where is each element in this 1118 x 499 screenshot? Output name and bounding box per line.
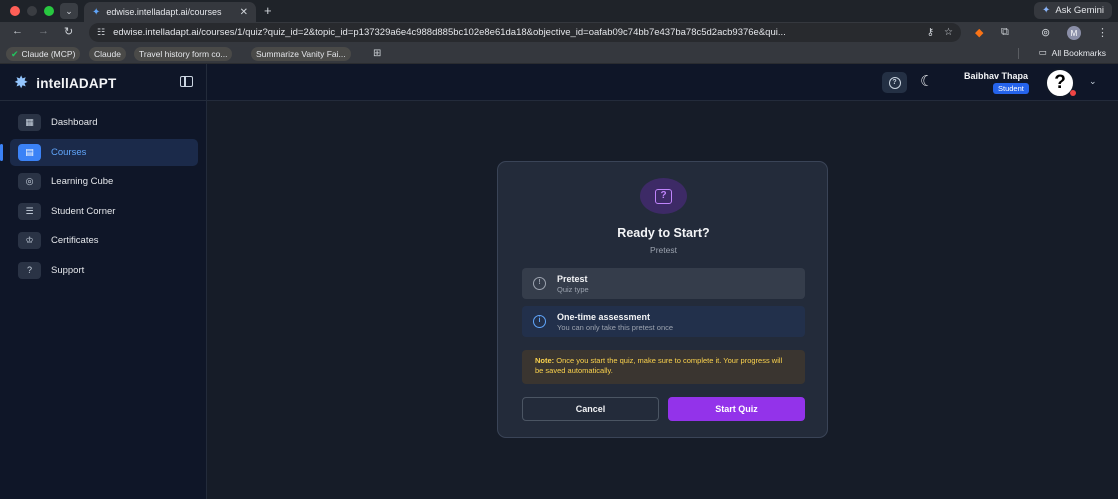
bookmark-item[interactable]: Claude: [89, 47, 126, 61]
minimize-window-button[interactable]: [27, 6, 37, 16]
sidebar-item-label: Dashboard: [51, 117, 98, 128]
url-text: edwise.intelladapt.ai/courses/1/quiz?qui…: [113, 27, 786, 38]
checkmark-icon: ✔: [11, 48, 19, 59]
assessment-info: i One-time assessment You can only take …: [522, 306, 805, 337]
password-key-icon[interactable]: ⚷: [927, 27, 934, 38]
student-corner-icon: ☰: [18, 202, 41, 220]
help-icon: ?: [888, 76, 901, 89]
sidebar-item-courses[interactable]: ▤ Courses: [0, 138, 198, 166]
tab-groups-icon[interactable]: ⊞: [373, 48, 381, 59]
tab-list-button[interactable]: ⌄: [60, 3, 78, 19]
bookmark-star-icon[interactable]: ☆: [944, 27, 953, 38]
all-bookmarks-button[interactable]: ▭ All Bookmarks: [1039, 47, 1106, 58]
brand-name: intellADAPT: [36, 75, 117, 91]
new-tab-button[interactable]: +: [264, 3, 272, 18]
folder-icon: ▭: [1038, 47, 1047, 57]
courses-icon: ▤: [18, 143, 41, 161]
site-info-icon[interactable]: ☷: [97, 27, 105, 38]
intelladapt-logo-icon: ✸: [14, 73, 29, 92]
brand[interactable]: ✸ intellADAPT: [14, 73, 116, 93]
browser-toolbar: ← → ↻ ☷ edwise.intelladapt.ai/courses/1/…: [0, 22, 1118, 43]
sidebar-item-certificates[interactable]: ♔ Certificates: [10, 227, 198, 254]
info-icon: i: [533, 315, 546, 328]
sidebar-item-student-corner[interactable]: ☰ Student Corner: [10, 198, 198, 225]
extension-icon[interactable]: ◆: [975, 26, 983, 39]
ask-gemini-label: Ask Gemini: [1055, 5, 1104, 16]
sidebar-item-label: Support: [51, 264, 85, 276]
dashboard-icon: ▦: [18, 114, 41, 131]
gemini-spark-icon: ✦: [1042, 5, 1051, 16]
assessment-desc: You can only take this pretest once: [557, 322, 674, 332]
note-text: Once you start the quiz, make sure to co…: [535, 356, 783, 375]
user-name: Baibhav Thapa: [964, 71, 1029, 81]
cancel-button[interactable]: Cancel: [522, 397, 659, 421]
start-quiz-modal: ? Ready to Start? Pretest ! Pretest Quiz…: [497, 161, 828, 438]
browser-tab[interactable]: ✦ edwise.intelladapt.ai/courses ✕: [84, 2, 256, 22]
ask-gemini-button[interactable]: ✦ Ask Gemini: [1034, 2, 1112, 19]
sidebar: ✸ intellADAPT ▦ Dashboard ▤ Courses ◎ Le…: [0, 64, 207, 499]
maximize-window-button[interactable]: [44, 6, 54, 16]
forward-arrow-icon[interactable]: →: [38, 25, 49, 37]
help-button[interactable]: ?: [882, 72, 907, 93]
quiz-type-title: Pretest: [557, 273, 588, 284]
sidebar-toggle-icon[interactable]: [180, 76, 193, 87]
back-arrow-icon[interactable]: ←: [12, 25, 23, 37]
quiz-type-info: ! Pretest Quiz type: [522, 268, 805, 299]
close-icon[interactable]: ✕: [240, 7, 248, 18]
sidebar-item-label: Certificates: [51, 235, 99, 246]
bookmark-item[interactable]: Travel history form co...: [134, 47, 233, 61]
dark-mode-moon-icon[interactable]: ☾: [920, 72, 933, 90]
modal-title: Ready to Start?: [617, 226, 710, 240]
quiz-note: Note: Once you start the quiz, make sure…: [522, 350, 805, 384]
modal-subtitle: Pretest: [650, 245, 677, 255]
reload-icon[interactable]: ↻: [64, 25, 73, 38]
sidebar-item-learning-cube[interactable]: ◎ Learning Cube: [10, 168, 198, 195]
quiz-type-desc: Quiz type: [557, 284, 589, 294]
certificate-icon: ♔: [18, 232, 41, 249]
bookmark-item[interactable]: Summarize Vanity Fai...: [251, 47, 351, 61]
support-icon: ?: [18, 261, 41, 279]
main-content: ? ☾ Baibhav Thapa Student ? ⌄ ? Ready to…: [207, 64, 1118, 499]
quiz-badge: ?: [640, 178, 687, 214]
browser-title-bar: ⌄ ✦ edwise.intelladapt.ai/courses ✕ + ✦ …: [0, 0, 1118, 22]
sidebar-divider: [0, 100, 207, 101]
bookmark-item[interactable]: ✔ Claude (MCP): [6, 47, 81, 61]
extensions-puzzle-icon[interactable]: ⧉: [1001, 26, 1009, 39]
chevron-down-icon[interactable]: ⌄: [1089, 76, 1097, 87]
question-mark-icon: ?: [655, 188, 672, 204]
address-bar[interactable]: ☷ edwise.intelladapt.ai/courses/1/quiz?q…: [89, 23, 961, 42]
sidebar-item-label: Courses: [51, 146, 87, 158]
sidebar-item-support[interactable]: ? Support: [10, 257, 198, 284]
learning-cube-icon: ◎: [18, 173, 41, 190]
bookmarks-divider: [1018, 48, 1019, 59]
sidebar-item-dashboard[interactable]: ▦ Dashboard: [10, 109, 198, 136]
close-window-button[interactable]: [10, 6, 20, 16]
start-quiz-button[interactable]: Start Quiz: [668, 397, 805, 421]
chevron-down-icon: ⌄: [65, 5, 73, 16]
note-label: Note:: [535, 356, 555, 365]
bookmarks-bar: ✔ Claude (MCP) Claude Travel history for…: [0, 43, 1118, 64]
role-badge: Student: [993, 83, 1029, 94]
cast-icon[interactable]: ⊚: [1041, 26, 1050, 39]
assessment-title: One-time assessment: [557, 311, 651, 322]
sidebar-nav: ▦ Dashboard ▤ Courses ◎ Learning Cube ☰ …: [0, 109, 198, 286]
info-icon: !: [533, 277, 546, 290]
sidebar-item-label: Student Corner: [51, 205, 116, 217]
status-indicator: [1070, 90, 1076, 96]
profile-avatar[interactable]: M: [1067, 26, 1081, 40]
top-header: ? ☾ Baibhav Thapa Student ? ⌄: [207, 64, 1118, 101]
browser-menu-icon[interactable]: ⋮: [1097, 26, 1108, 39]
tab-title: edwise.intelladapt.ai/courses: [106, 7, 222, 17]
site-favicon-icon: ✦: [92, 6, 101, 18]
sidebar-item-label: Learning Cube: [51, 176, 114, 187]
